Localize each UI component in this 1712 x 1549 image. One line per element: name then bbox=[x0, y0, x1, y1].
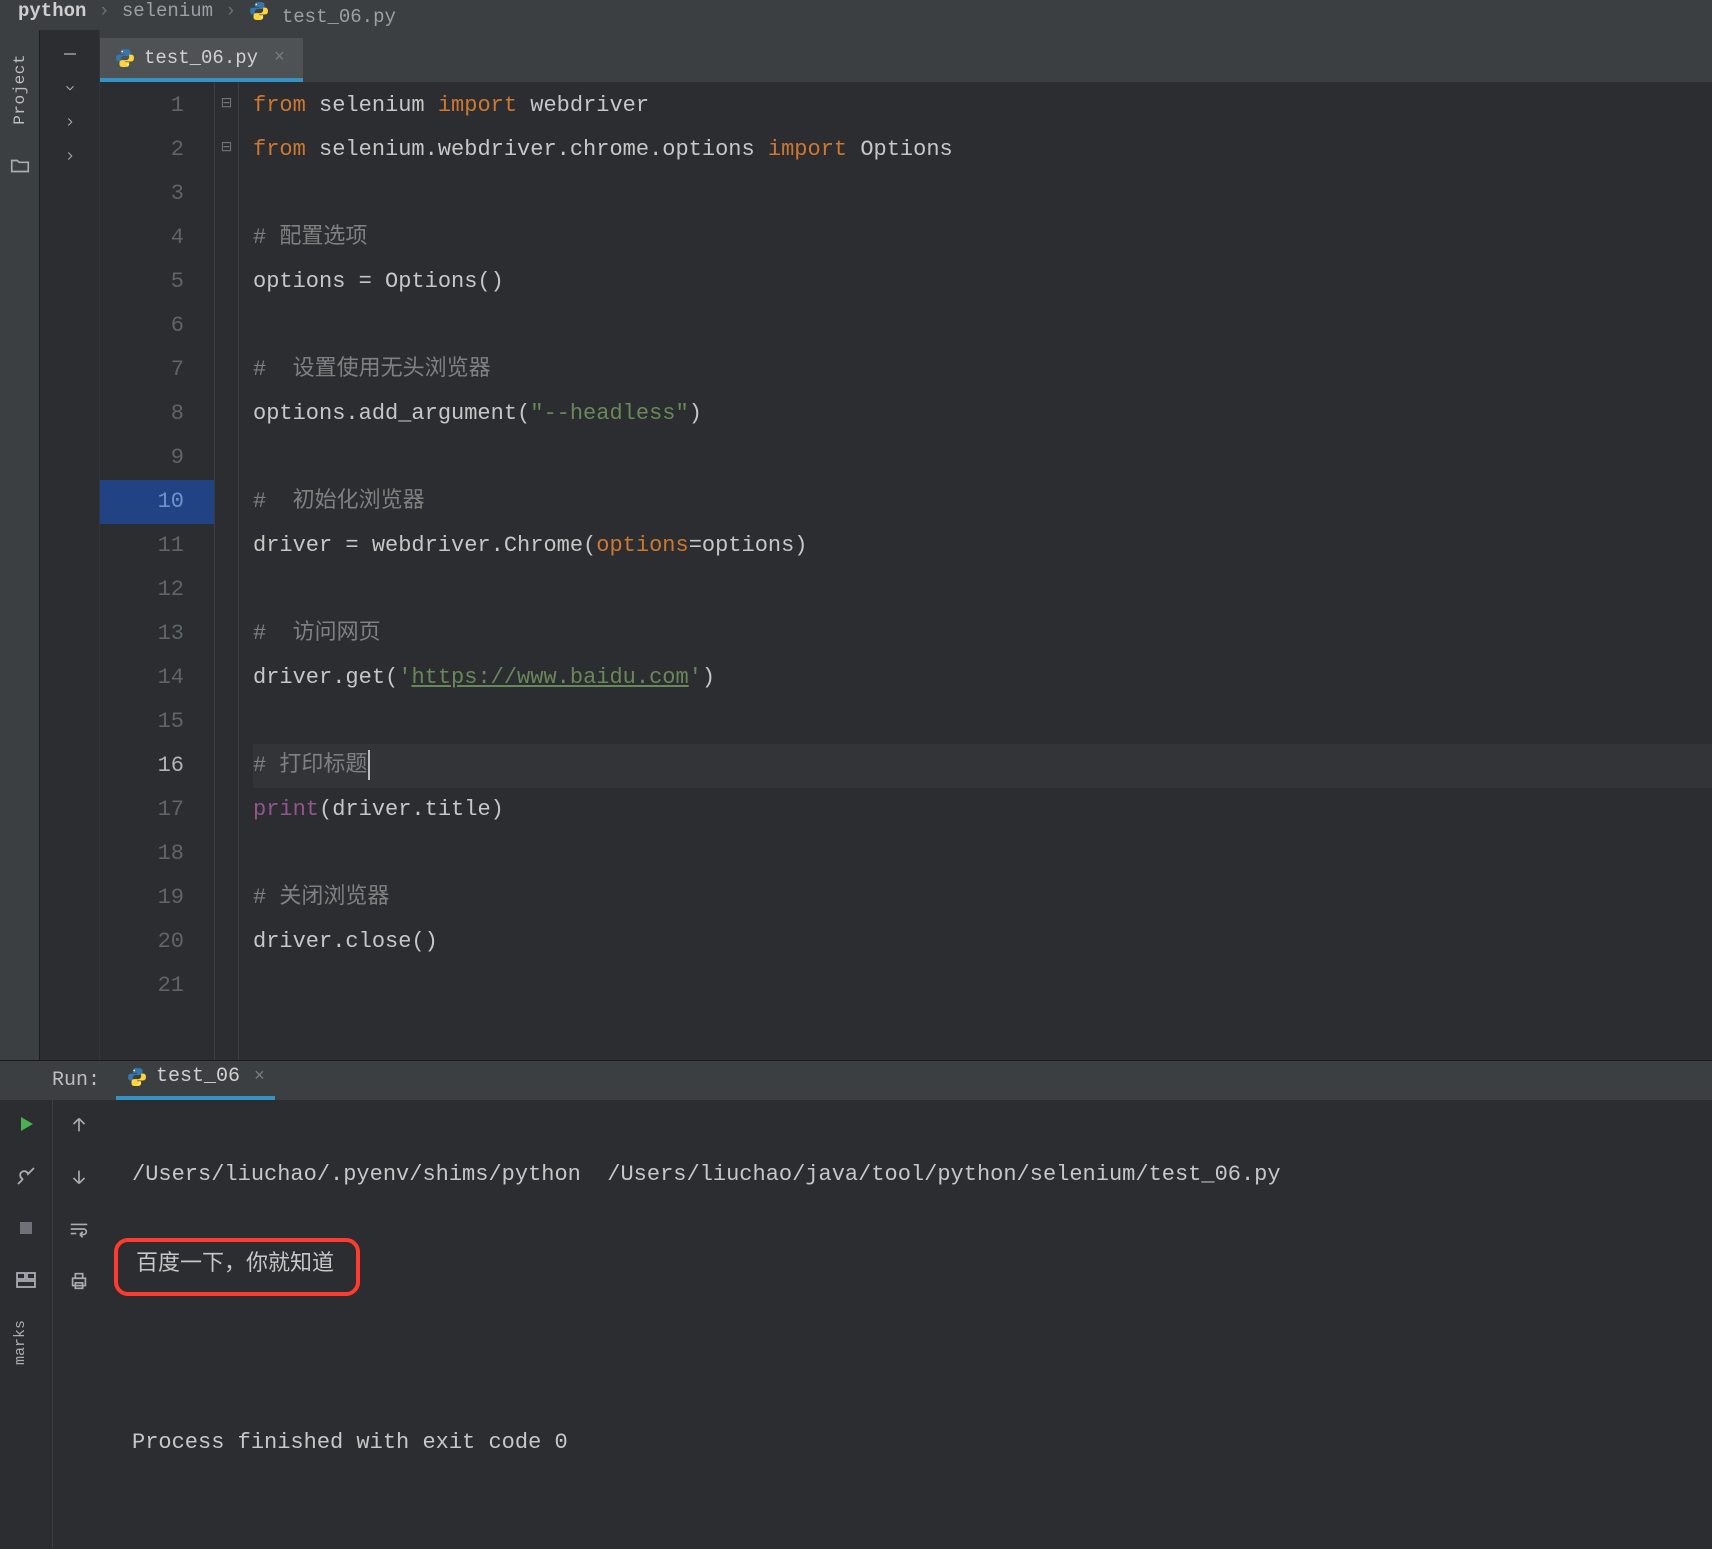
breadcrumb-item-0[interactable]: python bbox=[18, 0, 86, 22]
python-file-icon bbox=[114, 47, 136, 69]
editor-tab-bar: test_06.py × bbox=[100, 30, 1712, 82]
run-tool-window: Run: test_06 × bbox=[0, 1060, 1712, 1398]
breadcrumb-sep: › bbox=[225, 0, 236, 22]
up-arrow-icon[interactable] bbox=[68, 1114, 90, 1142]
code-lines[interactable]: from selenium import webdriverfrom selen… bbox=[239, 82, 1712, 1060]
breadcrumb: python › selenium › test_06.py bbox=[0, 0, 1712, 30]
run-nav-column bbox=[52, 1100, 104, 1548]
breadcrumb-item-1[interactable]: selenium bbox=[122, 0, 213, 22]
tree-node[interactable] bbox=[40, 142, 99, 170]
collapse-toggle[interactable] bbox=[40, 40, 99, 68]
down-arrow-icon[interactable] bbox=[68, 1166, 90, 1194]
tree-expand-icon[interactable] bbox=[40, 74, 99, 102]
project-panel-collapsed bbox=[40, 30, 100, 1060]
run-label: Run: bbox=[52, 1069, 100, 1092]
run-tab-label: test_06 bbox=[156, 1065, 240, 1088]
python-file-icon bbox=[126, 1066, 148, 1088]
console-exit-line: Process finished with exit code 0 bbox=[132, 1422, 1712, 1464]
code-editor[interactable]: 123456789101112131415161718192021 ⊟⊟ fro… bbox=[100, 82, 1712, 1060]
left-tool-rail: Project bbox=[0, 30, 40, 1060]
layout-icon[interactable] bbox=[12, 1266, 40, 1294]
soft-wrap-icon[interactable] bbox=[68, 1218, 90, 1246]
run-body: /Users/liuchao/.pyenv/shims/python /User… bbox=[0, 1100, 1712, 1548]
editor: test_06.py × 123456789101112131415161718… bbox=[100, 30, 1712, 1060]
run-header: Run: test_06 × bbox=[0, 1061, 1712, 1100]
python-file-icon bbox=[248, 0, 270, 22]
run-console[interactable]: /Users/liuchao/.pyenv/shims/python /User… bbox=[104, 1100, 1712, 1548]
breadcrumb-file-label: test_06.py bbox=[282, 6, 396, 28]
run-tab[interactable]: test_06 × bbox=[116, 1061, 275, 1100]
stop-icon[interactable] bbox=[12, 1214, 40, 1242]
breadcrumb-item-2[interactable]: test_06.py bbox=[248, 0, 395, 28]
bookmarks-tool-button[interactable]: marks bbox=[12, 1320, 29, 1365]
line-number-gutter: 123456789101112131415161718192021 bbox=[100, 82, 215, 1060]
file-tab-active[interactable]: test_06.py × bbox=[100, 38, 303, 82]
rerun-icon[interactable] bbox=[12, 1110, 40, 1138]
print-icon[interactable] bbox=[68, 1270, 90, 1298]
settings-icon[interactable] bbox=[12, 1162, 40, 1190]
tree-node[interactable] bbox=[40, 108, 99, 136]
bottom-left-rail: marks bbox=[0, 1320, 40, 1371]
console-command-line: /Users/liuchao/.pyenv/shims/python /User… bbox=[132, 1154, 1712, 1196]
breadcrumb-sep: › bbox=[98, 0, 109, 22]
console-highlighted-output: 百度一下，你就知道 bbox=[114, 1238, 360, 1296]
folder-icon[interactable] bbox=[9, 155, 31, 183]
project-tool-button[interactable]: Project bbox=[11, 54, 29, 125]
close-tab-icon[interactable]: × bbox=[274, 48, 285, 68]
main-area: Project test_06.py × bbox=[0, 30, 1712, 1060]
fold-column: ⊟⊟ bbox=[215, 82, 239, 1060]
close-run-tab-icon[interactable]: × bbox=[254, 1067, 265, 1087]
file-tab-label: test_06.py bbox=[144, 47, 258, 69]
